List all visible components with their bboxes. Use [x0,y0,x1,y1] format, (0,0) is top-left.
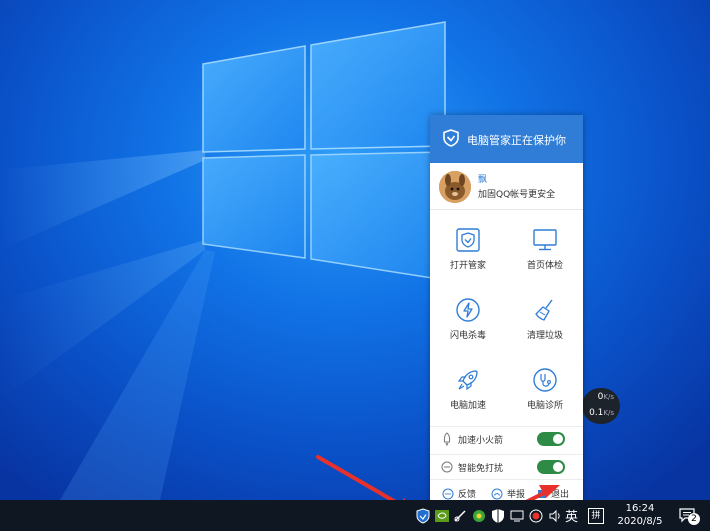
rocket-toggle-row: 加速小火箭 [430,426,583,451]
security-tray-icon[interactable] [490,508,506,524]
rocket-icon [457,370,478,391]
rocket-icon [443,432,451,446]
shield-icon [456,228,480,252]
dnd-toggle-label: 智能免打扰 [458,464,504,474]
open-manager-button[interactable]: 打开管家 [430,227,506,291]
pc-manager-tray-menu: 电脑管家正在保护你 飘 加固QQ帐号更安全 打开管家 首页体检 闪电杀毒 清理垃… [430,115,583,507]
report-button[interactable]: 举报 [491,487,525,500]
rocket-toggle-label: 加速小火箭 [458,436,504,446]
clock[interactable]: 16:24 2020/8/5 [612,502,668,528]
pc-clinic-button[interactable]: 电脑诊所 [507,367,583,431]
netspeed-down-unit: K/s [603,393,614,401]
popup-header: 电脑管家正在保护你 [430,115,583,163]
toggle-knob [553,434,563,444]
open-manager-label: 打开管家 [449,261,486,271]
toggle-knob [553,462,563,472]
do-not-disturb-icon [441,461,453,473]
popup-title: 电脑管家正在保护你 [467,134,566,147]
report-icon [491,488,503,499]
dnd-toggle-row: 智能免打扰 [430,454,583,479]
pc-manager-tray-icon[interactable] [415,508,431,524]
chat-icon [442,488,454,499]
netspeed-widget[interactable]: 0K/s 0.1K/s [582,388,620,424]
home-checkup-label: 首页体检 [526,261,563,271]
netspeed-up-value: 0.1 [589,408,604,418]
ime-mode[interactable]: 拼 [588,508,604,524]
nvidia-tray-icon[interactable] [434,508,450,524]
display-tray-icon[interactable] [509,508,525,524]
quick-virus-scan-label: 闪电杀毒 [449,331,486,341]
clean-junk-label: 清理垃圾 [526,331,563,341]
clean-junk-button[interactable]: 清理垃圾 [507,297,583,361]
exit-icon [538,489,546,498]
pc-speedup-label: 电脑加速 [449,401,486,411]
stethoscope-icon [533,368,557,392]
pen-tray-icon[interactable] [452,508,468,524]
account-hint[interactable]: 加固QQ帐号更安全 [478,187,555,200]
exit-label: 退出 [551,490,570,500]
shield-icon [443,129,459,147]
report-label: 举报 [507,490,526,500]
lightning-icon [456,298,480,322]
clock-time: 16:24 [625,503,655,514]
volume-icon[interactable] [547,508,563,524]
quick-virus-scan-button[interactable]: 闪电杀毒 [430,297,506,361]
feedback-label: 反馈 [458,490,477,500]
dnd-toggle[interactable] [537,460,565,474]
user-row[interactable]: 飘 加固QQ帐号更安全 [430,163,583,210]
broom-icon [535,299,553,321]
taskbar: 英 拼 16:24 2020/8/5 2 [0,500,710,531]
input-language[interactable]: 英 [565,506,578,525]
feedback-button[interactable]: 反馈 [442,487,476,500]
rocket-toggle[interactable] [537,432,565,446]
windows-logo [202,21,446,281]
monitor-icon [533,229,557,251]
pc-speedup-button[interactable]: 电脑加速 [430,367,506,431]
exit-button[interactable]: 退出 [537,487,569,500]
user-name[interactable]: 飘 [478,172,487,185]
home-checkup-button[interactable]: 首页体检 [507,227,583,291]
notification-count-badge: 2 [688,513,700,525]
netspeed-up-unit: K/s [603,409,614,417]
clock-date: 2020/8/5 [617,516,663,527]
avatar[interactable] [439,171,471,203]
green-app-tray-icon[interactable] [471,508,487,524]
record-tray-icon[interactable] [528,508,544,524]
pc-clinic-label: 电脑诊所 [526,401,563,411]
